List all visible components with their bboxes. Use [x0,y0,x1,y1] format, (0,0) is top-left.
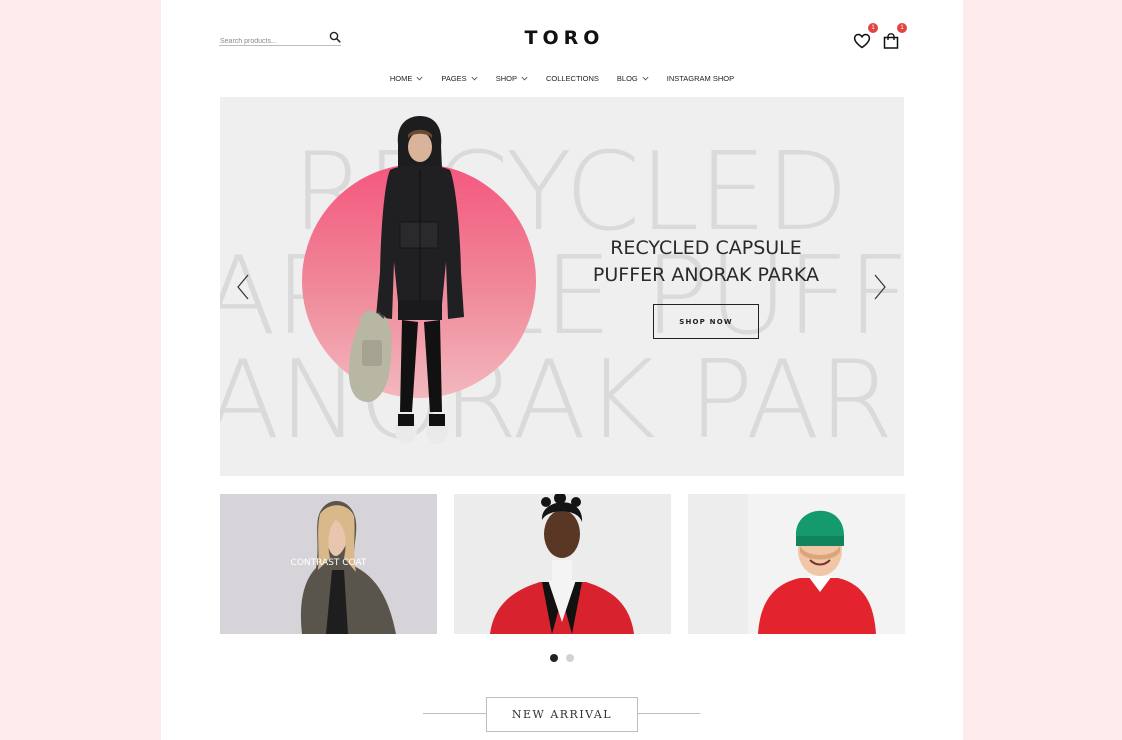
nav-item-label: BLOG [616,73,638,83]
collection-card-kids[interactable] [688,494,905,634]
card-image [454,494,671,634]
shop-now-button[interactable]: SHOP NOW [653,304,759,339]
nav-item-collections[interactable]: COLLECTIONS [546,72,599,84]
nav-item-home[interactable]: HOME [390,72,424,84]
arrow-left-icon[interactable] [235,273,251,301]
main-nav: HOME PAGES SHOP COLLECTIONS BLOG INSTAGR… [161,72,963,84]
chevron-down-icon [416,76,423,80]
nav-item-blog[interactable]: BLOG [617,72,649,84]
hero-bg-text: ANORAK PARKA [220,338,904,463]
collection-card-men[interactable] [454,494,671,634]
logo-text: TORO [524,27,605,49]
new-arrival-title: NEW ARRIVAL [486,697,638,732]
nav-item-instagram-shop[interactable]: INSTAGRAM SHOP [667,72,734,84]
slider-pagination [161,654,963,662]
logo[interactable]: TORO [161,27,963,49]
chevron-down-icon [521,76,528,80]
chevron-down-icon [642,76,649,80]
shopping-bag-icon [883,33,899,49]
card-label: CONTRAST COAT [290,558,367,568]
section-divider-left [423,713,486,714]
cart-count-badge: 1 [897,23,907,33]
hero-title-line2: PUFFER ANORAK PARKA [592,264,820,286]
hero-slider: RECYCLED APSULE PUFFE ANORAK PARKA [220,97,904,476]
slider-dot[interactable] [550,654,558,662]
hero-title: RECYCLED CAPSULE PUFFER ANORAK PARKA [590,235,822,289]
nav-item-label: HOME [389,73,413,83]
card-image [688,494,905,634]
cart-button[interactable]: 1 [882,23,907,50]
hero-model-image [348,116,464,444]
chevron-down-icon [471,76,478,80]
page-container: TORO 1 1 HOME PAGES SHOP COLLECTIONS [161,0,963,740]
nav-item-label: PAGES [441,73,467,83]
heart-icon [853,33,871,49]
nav-item-shop[interactable]: SHOP [496,72,528,84]
collection-card-contrast-coat[interactable]: CONTRAST COAT [220,494,437,634]
nav-item-label: COLLECTIONS [545,73,599,83]
wishlist-button[interactable]: 1 [853,23,878,50]
nav-item-pages[interactable]: PAGES [441,72,478,84]
wishlist-count-badge: 1 [868,23,878,33]
nav-item-label: INSTAGRAM SHOP [666,73,735,83]
arrow-right-icon[interactable] [872,273,888,301]
nav-item-label: SHOP [495,73,517,83]
section-divider-right [638,713,700,714]
hero-title-line1: RECYCLED CAPSULE [610,237,802,259]
slider-dot[interactable] [566,654,574,662]
